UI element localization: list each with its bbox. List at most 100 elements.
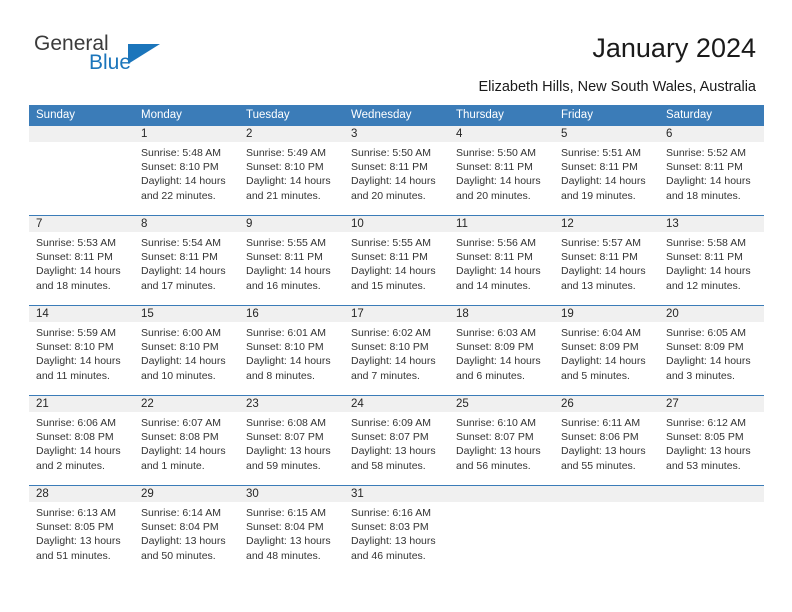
- day-number: 25: [449, 396, 554, 412]
- sunrise-time: Sunrise: 6:10 AM: [456, 417, 536, 429]
- calendar-day-cell[interactable]: 23 Sunrise: 6:08 AM Sunset: 8:07 PM Dayligh…: [239, 395, 344, 486]
- day-details: Sunrise: 5:53 AM Sunset: 8:11 PM Daylight:…: [29, 232, 134, 293]
- calendar-day-cell[interactable]: 12 Sunrise: 5:57 AM Sunset: 8:11 PM Dayligh…: [554, 215, 659, 306]
- daylight-duration-line2: and 58 minutes.: [351, 459, 426, 472]
- day-details: Sunrise: 6:12 AM Sunset: 8:05 PM Daylight:…: [659, 412, 764, 473]
- daylight-duration-line2: and 50 minutes.: [141, 549, 216, 562]
- day-details: Sunrise: 6:09 AM Sunset: 8:07 PM Daylight:…: [344, 412, 449, 473]
- daylight-duration-line2: and 20 minutes.: [456, 189, 531, 202]
- day-number: 29: [134, 486, 239, 502]
- calendar-day-cell[interactable]: 25 Sunrise: 6:10 AM Sunset: 8:07 PM Dayligh…: [449, 395, 554, 486]
- day-number: 5: [554, 126, 659, 142]
- sunrise-time: Sunrise: 5:56 AM: [456, 237, 536, 249]
- daylight-duration-line2: and 53 minutes.: [666, 459, 741, 472]
- day-details: Sunrise: 5:49 AM Sunset: 8:10 PM Daylight:…: [239, 142, 344, 203]
- calendar-day-cell[interactable]: 1 Sunrise: 5:48 AM Sunset: 8:10 PM Daylight…: [134, 126, 239, 216]
- calendar-day-cell[interactable]: 31 Sunrise: 6:16 AM Sunset: 8:03 PM Dayligh…: [344, 485, 449, 575]
- calendar-day-cell[interactable]: 27 Sunrise: 6:12 AM Sunset: 8:05 PM Dayligh…: [659, 395, 764, 486]
- calendar-day-cell[interactable]: 17 Sunrise: 6:02 AM Sunset: 8:10 PM Dayligh…: [344, 305, 449, 396]
- sunset-time: Sunset: 8:07 PM: [246, 431, 324, 444]
- calendar-day-cell[interactable]: 8 Sunrise: 5:54 AM Sunset: 8:11 PM Daylight…: [134, 215, 239, 306]
- day-number: 28: [29, 486, 134, 502]
- general-blue-logo[interactable]: General Blue: [34, 32, 214, 78]
- weekday-header-tuesday: Tuesday: [239, 105, 344, 126]
- calendar-day-cell[interactable]: 2 Sunrise: 5:49 AM Sunset: 8:10 PM Daylight…: [239, 126, 344, 216]
- sunrise-time: Sunrise: 5:50 AM: [456, 147, 536, 159]
- sunrise-time: Sunrise: 5:55 AM: [351, 237, 431, 249]
- sunrise-time: Sunrise: 5:55 AM: [246, 237, 326, 249]
- day-cell-inner: 11 Sunrise: 5:56 AM Sunset: 8:11 PM Dayligh…: [449, 216, 554, 305]
- calendar-day-cell[interactable]: 14 Sunrise: 5:59 AM Sunset: 8:10 PM Dayligh…: [29, 305, 134, 396]
- day-cell-inner: 31 Sunrise: 6:16 AM Sunset: 8:03 PM Dayligh…: [344, 486, 449, 575]
- sunrise-time: Sunrise: 6:08 AM: [246, 417, 326, 429]
- calendar-day-cell[interactable]: 7 Sunrise: 5:53 AM Sunset: 8:11 PM Daylight…: [29, 215, 134, 306]
- calendar-day-cell[interactable]: 28 Sunrise: 6:13 AM Sunset: 8:05 PM Dayligh…: [29, 485, 134, 575]
- sunset-time: Sunset: 8:11 PM: [561, 161, 638, 174]
- sunrise-time: Sunrise: 5:54 AM: [141, 237, 221, 249]
- sunrise-time: Sunrise: 6:04 AM: [561, 327, 641, 339]
- day-cell-inner: 3 Sunrise: 5:50 AM Sunset: 8:11 PM Daylight…: [344, 126, 449, 215]
- day-number: 6: [659, 126, 764, 142]
- calendar-day-cell[interactable]: 5 Sunrise: 5:51 AM Sunset: 8:11 PM Daylight…: [554, 126, 659, 216]
- daylight-duration-line2: and 46 minutes.: [351, 549, 426, 562]
- day-cell-inner: 9 Sunrise: 5:55 AM Sunset: 8:11 PM Daylight…: [239, 216, 344, 305]
- sunrise-time: Sunrise: 6:05 AM: [666, 327, 746, 339]
- day-number: 9: [239, 216, 344, 232]
- daylight-duration-line1: Daylight: 14 hours: [456, 175, 541, 188]
- calendar-day-cell[interactable]: 29 Sunrise: 6:14 AM Sunset: 8:04 PM Dayligh…: [134, 485, 239, 575]
- day-cell-inner: 30 Sunrise: 6:15 AM Sunset: 8:04 PM Dayligh…: [239, 486, 344, 575]
- daylight-duration-line2: and 2 minutes.: [36, 459, 105, 472]
- calendar-day-cell[interactable]: 26 Sunrise: 6:11 AM Sunset: 8:06 PM Dayligh…: [554, 395, 659, 486]
- day-details: Sunrise: 6:07 AM Sunset: 8:08 PM Daylight:…: [134, 412, 239, 473]
- day-details: Sunrise: 5:56 AM Sunset: 8:11 PM Daylight:…: [449, 232, 554, 293]
- sunset-time: Sunset: 8:09 PM: [456, 341, 534, 354]
- daylight-duration-line2: and 6 minutes.: [456, 369, 525, 382]
- sunrise-time: Sunrise: 6:14 AM: [141, 507, 221, 519]
- daylight-duration-line2: and 18 minutes.: [666, 189, 741, 202]
- calendar-day-cell[interactable]: 21 Sunrise: 6:06 AM Sunset: 8:08 PM Dayligh…: [29, 395, 134, 486]
- calendar-cell-empty: [554, 485, 659, 575]
- calendar-day-cell[interactable]: 30 Sunrise: 6:15 AM Sunset: 8:04 PM Dayligh…: [239, 485, 344, 575]
- sunrise-time: Sunrise: 5:48 AM: [141, 147, 221, 159]
- page-header: General Blue January 2024 Elizabeth Hill…: [0, 0, 792, 104]
- day-number: 17: [344, 306, 449, 322]
- sunrise-time: Sunrise: 6:02 AM: [351, 327, 431, 339]
- day-number: [449, 486, 554, 502]
- calendar-day-cell[interactable]: 20 Sunrise: 6:05 AM Sunset: 8:09 PM Dayligh…: [659, 305, 764, 396]
- logo-text-blue: Blue: [89, 51, 132, 74]
- daylight-duration-line1: Daylight: 14 hours: [246, 265, 331, 278]
- day-cell-inner: 7 Sunrise: 5:53 AM Sunset: 8:11 PM Daylight…: [29, 216, 134, 305]
- sunset-time: Sunset: 8:09 PM: [666, 341, 744, 354]
- calendar-day-cell[interactable]: 24 Sunrise: 6:09 AM Sunset: 8:07 PM Dayligh…: [344, 395, 449, 486]
- calendar-day-cell[interactable]: 22 Sunrise: 6:07 AM Sunset: 8:08 PM Dayligh…: [134, 395, 239, 486]
- day-number: 7: [29, 216, 134, 232]
- calendar-day-cell[interactable]: 16 Sunrise: 6:01 AM Sunset: 8:10 PM Dayligh…: [239, 305, 344, 396]
- calendar-day-cell[interactable]: 15 Sunrise: 6:00 AM Sunset: 8:10 PM Dayligh…: [134, 305, 239, 396]
- daylight-duration-line1: Daylight: 14 hours: [666, 355, 751, 368]
- weekday-header-monday: Monday: [134, 105, 239, 126]
- day-cell-inner: 19 Sunrise: 6:04 AM Sunset: 8:09 PM Dayligh…: [554, 306, 659, 395]
- daylight-duration-line2: and 55 minutes.: [561, 459, 636, 472]
- calendar-day-cell[interactable]: 9 Sunrise: 5:55 AM Sunset: 8:11 PM Daylight…: [239, 215, 344, 306]
- daylight-duration-line1: Daylight: 14 hours: [246, 355, 331, 368]
- calendar-day-cell[interactable]: 18 Sunrise: 6:03 AM Sunset: 8:09 PM Dayligh…: [449, 305, 554, 396]
- daylight-duration-line1: Daylight: 13 hours: [456, 445, 541, 458]
- day-number: 24: [344, 396, 449, 412]
- sunset-time: Sunset: 8:10 PM: [246, 161, 324, 174]
- calendar-day-cell[interactable]: 6 Sunrise: 5:52 AM Sunset: 8:11 PM Daylight…: [659, 126, 764, 216]
- calendar-day-cell[interactable]: 3 Sunrise: 5:50 AM Sunset: 8:11 PM Daylight…: [344, 126, 449, 216]
- calendar-day-cell[interactable]: 10 Sunrise: 5:55 AM Sunset: 8:11 PM Dayligh…: [344, 215, 449, 306]
- calendar-day-cell[interactable]: 4 Sunrise: 5:50 AM Sunset: 8:11 PM Daylight…: [449, 126, 554, 216]
- daylight-duration-line1: Daylight: 14 hours: [456, 265, 541, 278]
- day-number: 16: [239, 306, 344, 322]
- calendar-day-cell[interactable]: 13 Sunrise: 5:58 AM Sunset: 8:11 PM Dayligh…: [659, 215, 764, 306]
- sunset-time: Sunset: 8:05 PM: [666, 431, 744, 444]
- daylight-duration-line1: Daylight: 13 hours: [666, 445, 751, 458]
- calendar-day-cell[interactable]: 11 Sunrise: 5:56 AM Sunset: 8:11 PM Dayligh…: [449, 215, 554, 306]
- sunset-time: Sunset: 8:11 PM: [666, 251, 743, 264]
- sunrise-time: Sunrise: 5:49 AM: [246, 147, 326, 159]
- calendar-day-cell[interactable]: 19 Sunrise: 6:04 AM Sunset: 8:09 PM Dayligh…: [554, 305, 659, 396]
- day-number: 11: [449, 216, 554, 232]
- day-number: [659, 486, 764, 502]
- sunset-time: Sunset: 8:11 PM: [666, 161, 743, 174]
